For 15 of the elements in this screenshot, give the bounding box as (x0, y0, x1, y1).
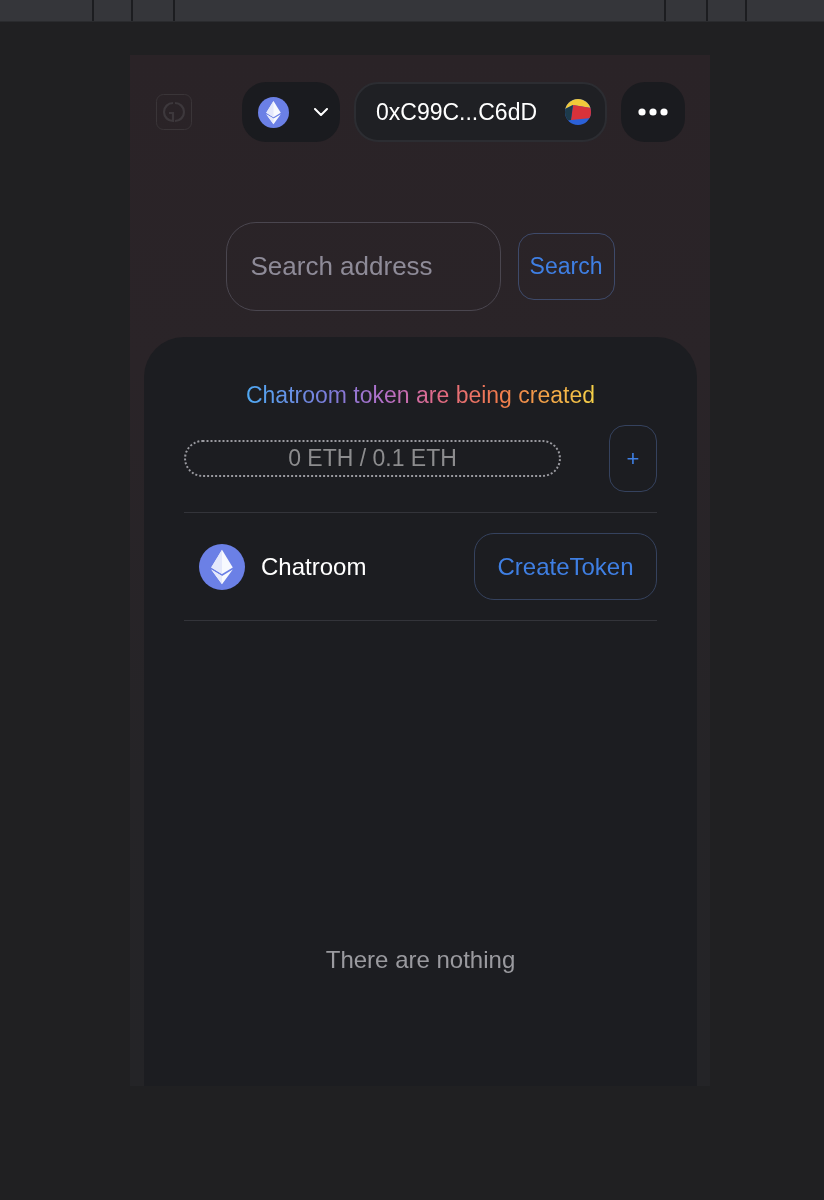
more-button[interactable] (621, 82, 685, 142)
funding-display: 0 ETH / 0.1 ETH (184, 440, 561, 477)
more-icon (638, 108, 668, 116)
diamond-coin-icon (199, 543, 245, 590)
search-field[interactable]: Search address (225, 222, 501, 311)
wallet-address-button[interactable]: 0xC99C...C6dD (354, 82, 607, 142)
network-button[interactable] (242, 82, 340, 142)
search-button[interactable]: Search (517, 233, 615, 300)
diamond-coin-icon (258, 96, 289, 128)
create-token-button[interactable]: CreateToken (474, 533, 657, 600)
add-button[interactable]: + (609, 425, 657, 492)
chevron-down-icon (314, 108, 328, 116)
avatar-icon (565, 99, 591, 125)
token-name: Chatroom (261, 552, 367, 581)
empty-message: There are nothing (325, 946, 516, 974)
